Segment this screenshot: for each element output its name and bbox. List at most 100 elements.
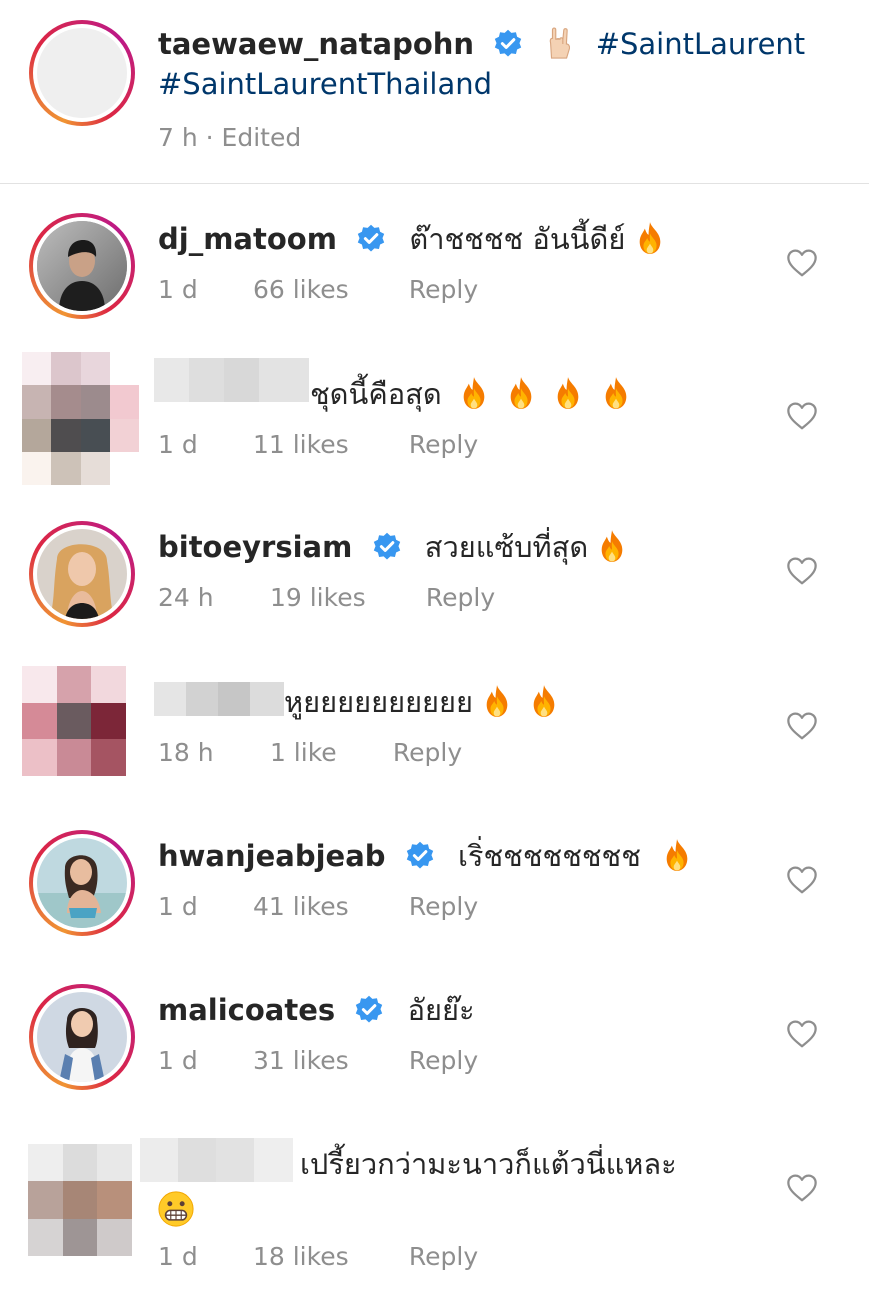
comment-meta: 1 d 18 likes Reply xyxy=(158,1242,478,1271)
heart-outline-icon[interactable] xyxy=(786,1173,818,1203)
verified-badge-icon xyxy=(354,995,384,1025)
comment-username[interactable]: bitoeyrsiam xyxy=(158,530,352,564)
verified-badge-icon xyxy=(372,532,402,562)
heart-outline-icon[interactable] xyxy=(786,865,818,895)
caption-username[interactable]: taewaew_natapohn xyxy=(158,27,474,61)
comment-item: เปรี้ยวกว่ามะนาวก็แต้วนี่แหละ 1 d 18 lik… xyxy=(0,1136,869,1290)
heart-outline-icon[interactable] xyxy=(786,1019,818,1049)
comment-likes[interactable]: 11 likes xyxy=(253,430,401,459)
comment-item: dj_matoom ต๊าชชชช อันนี้ดีย์ 1 d 66 like… xyxy=(0,213,869,368)
grimacing-face-emoji-icon xyxy=(157,1190,195,1228)
comment-item: หูยยยยยยยยยย 18 h 1 like Reply xyxy=(0,666,869,821)
commenter-avatar[interactable] xyxy=(29,830,135,936)
hashtag-link[interactable]: #SaintLaurentThailand xyxy=(158,67,492,101)
avatar-photo xyxy=(37,529,127,619)
comment-likes[interactable]: 66 likes xyxy=(253,275,401,304)
comment-meta: 24 h 19 likes Reply xyxy=(158,583,495,612)
fire-emoji-icon xyxy=(553,376,583,410)
reply-button[interactable]: Reply xyxy=(409,892,478,921)
avatar-photo xyxy=(37,992,127,1082)
reply-button[interactable]: Reply xyxy=(409,275,478,304)
comment-username[interactable]: hwanjeabjeab xyxy=(158,839,386,873)
comment-item: hwanjeabjeab เริ่ชชชชชชชช 1 d 41 likes R… xyxy=(0,830,869,985)
comment-time: 1 d xyxy=(158,892,198,921)
heart-outline-icon[interactable] xyxy=(786,711,818,741)
blurred-avatar xyxy=(22,666,126,776)
comment-text: ชุดนี้คือสุด xyxy=(310,377,442,411)
verified-badge-icon xyxy=(356,224,386,254)
reply-button[interactable]: Reply xyxy=(393,738,462,767)
avatar-photo xyxy=(37,838,127,928)
reply-button[interactable]: Reply xyxy=(409,1046,478,1075)
comment-time: 1 d xyxy=(158,1242,198,1271)
comment-body: หูยยยยยยยยยย xyxy=(284,680,559,724)
comment-text: อัยย๊ะ xyxy=(407,993,475,1027)
avatar-photo xyxy=(37,221,127,311)
comment-text: สวยแซ้บที่สุด xyxy=(424,530,589,564)
comment-username[interactable]: dj_matoom xyxy=(158,222,337,256)
caption-avatar[interactable] xyxy=(29,20,135,126)
post-caption: taewaew_natapohn #SaintLaurent #SaintLau… xyxy=(0,0,869,184)
caption-second-line: #SaintLaurentThailand xyxy=(158,64,492,104)
fire-emoji-icon xyxy=(662,838,692,872)
comment-text: เริ่ชชชชชชชช xyxy=(457,839,641,873)
fire-emoji-icon xyxy=(529,684,559,718)
comment-likes[interactable]: 31 likes xyxy=(253,1046,401,1075)
caption-meta: 7 h · Edited xyxy=(158,123,302,152)
commenter-avatar[interactable] xyxy=(29,984,135,1090)
fire-emoji-icon xyxy=(597,529,627,563)
verified-badge-icon xyxy=(405,841,435,871)
fire-emoji-icon xyxy=(482,684,512,718)
comment-meta: 1 d 41 likes Reply xyxy=(158,892,478,921)
comment-time: 1 d xyxy=(158,275,198,304)
heart-outline-icon[interactable] xyxy=(786,401,818,431)
heart-outline-icon[interactable] xyxy=(786,556,818,586)
blurred-username xyxy=(140,1138,293,1182)
blurred-username xyxy=(154,682,284,716)
commenter-avatar[interactable] xyxy=(29,213,135,319)
comment-username[interactable]: malicoates xyxy=(158,993,335,1027)
comment-body: ชุดนี้คือสุด xyxy=(310,372,631,416)
comment-time: 18 h xyxy=(158,738,214,767)
verified-badge-icon xyxy=(493,29,523,59)
comment-item: malicoates อัยย๊ะ 1 d 31 likes Reply xyxy=(0,984,869,1139)
comment-body: bitoeyrsiam สวยแซ้บที่สุด xyxy=(158,525,627,569)
comment-meta: 1 d 11 likes Reply xyxy=(158,430,478,459)
fire-emoji-icon xyxy=(459,376,489,410)
hashtag-link[interactable]: #SaintLaurent xyxy=(596,27,805,61)
comment-likes[interactable]: 18 likes xyxy=(253,1242,401,1271)
blurred-avatar xyxy=(28,1144,132,1256)
comment-time: 1 d xyxy=(158,430,198,459)
commenter-avatar[interactable] xyxy=(29,521,135,627)
comment-meta: 1 d 66 likes Reply xyxy=(158,275,478,304)
comment-meta: 18 h 1 like Reply xyxy=(158,738,462,767)
comments-screen: taewaew_natapohn #SaintLaurent #SaintLau… xyxy=(0,0,869,1290)
comment-item: ชุดนี้คือสุด 1 d 11 likes Reply xyxy=(0,352,869,507)
comment-time: 1 d xyxy=(158,1046,198,1075)
comment-body: malicoates อัยย๊ะ xyxy=(158,988,475,1032)
comment-text: หูยยยยยยยยยย xyxy=(284,685,474,719)
comment-body: dj_matoom ต๊าชชชช อันนี้ดีย์ xyxy=(158,217,665,261)
reply-button[interactable]: Reply xyxy=(409,1242,478,1271)
fire-emoji-icon xyxy=(506,376,536,410)
reply-button[interactable]: Reply xyxy=(426,583,495,612)
caption-first-line: taewaew_natapohn #SaintLaurent xyxy=(158,24,805,64)
comment-time: 24 h xyxy=(158,583,214,612)
reply-button[interactable]: Reply xyxy=(409,430,478,459)
blurred-username xyxy=(154,358,309,402)
comment-likes[interactable]: 19 likes xyxy=(270,583,418,612)
heart-outline-icon[interactable] xyxy=(786,248,818,278)
fire-emoji-icon xyxy=(635,221,665,255)
comment-text: ต๊าชชชช อันนี้ดีย์ xyxy=(409,222,626,256)
comment-text: เปรี้ยวกว่ามะนาวก็แต้วนี่แหละ xyxy=(300,1147,677,1181)
rock-hand-emoji-icon xyxy=(544,26,576,60)
avatar-photo xyxy=(37,28,127,118)
fire-emoji-icon xyxy=(601,376,631,410)
comment-item: bitoeyrsiam สวยแซ้บที่สุด 24 h 19 likes … xyxy=(0,521,869,676)
comment-body: เปรี้ยวกว่ามะนาวก็แต้วนี่แหละ xyxy=(300,1142,677,1186)
comment-likes[interactable]: 41 likes xyxy=(253,892,401,921)
comment-meta: 1 d 31 likes Reply xyxy=(158,1046,478,1075)
comment-body: hwanjeabjeab เริ่ชชชชชชชช xyxy=(158,834,692,878)
comment-likes[interactable]: 1 like xyxy=(270,738,385,767)
blurred-avatar xyxy=(22,352,139,485)
